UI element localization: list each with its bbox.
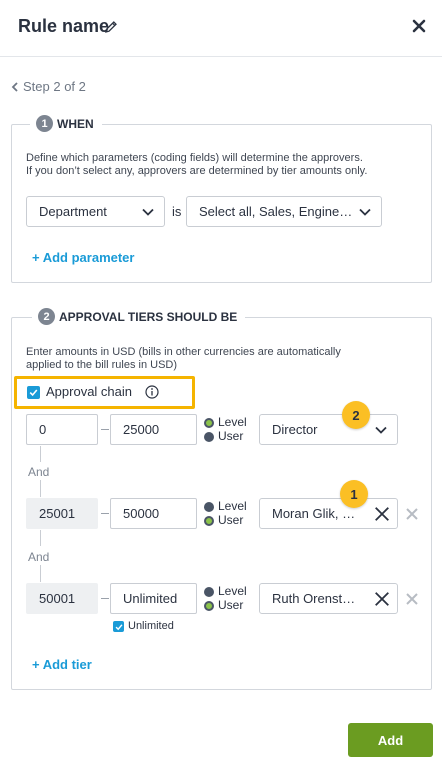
radio-selected-icon[interactable] [204, 600, 214, 611]
when-legend: 1 WHEN [30, 115, 102, 132]
level-option[interactable]: Level [204, 499, 247, 513]
range-dash [101, 429, 109, 430]
tiers-legend: 2 APPROVAL TIERS SHOULD BE [32, 308, 246, 325]
level-user-toggle: Level User [204, 499, 247, 527]
chevron-left-icon [11, 81, 18, 92]
tier-to-input[interactable]: 25000 [110, 414, 197, 445]
when-description-line2: If you don’t select any, approvers are d… [26, 165, 368, 177]
level-user-toggle: Level User [204, 415, 247, 443]
level-option[interactable]: Level [204, 415, 247, 429]
range-dash [101, 598, 109, 599]
clear-icon[interactable] [373, 505, 391, 523]
level-label: Level [218, 499, 247, 513]
tier-to-input[interactable]: 50000 [110, 498, 197, 529]
info-icon[interactable] [145, 385, 159, 399]
and-label: And [28, 465, 50, 479]
rule-name-title[interactable]: Rule name [18, 16, 109, 37]
tier-from-input[interactable]: 0 [26, 414, 98, 445]
check-icon [29, 389, 38, 397]
callout-badge-2: 2 [342, 401, 370, 429]
tier-from-input: 25001 [26, 498, 98, 529]
values-select[interactable]: Select all, Sales, Engine… [186, 196, 382, 227]
unlimited-checkbox[interactable] [113, 621, 124, 632]
operator-label: is [172, 204, 182, 219]
approver-select-value: Director [272, 422, 318, 437]
radio-icon[interactable] [204, 431, 214, 442]
back-step-link[interactable]: Step 2 of 2 [11, 79, 86, 94]
step-label: Step 2 of 2 [23, 79, 86, 94]
tier-connector-line [40, 530, 41, 546]
tiers-description: Enter amounts in USD (bills in other cur… [26, 346, 426, 372]
level-label: Level [218, 415, 247, 429]
approver-select[interactable]: Moran Glik, … [259, 498, 398, 529]
tier-to-input[interactable]: Unlimited [110, 583, 197, 614]
user-option[interactable]: User [204, 598, 247, 612]
user-option[interactable]: User [204, 513, 247, 527]
approval-chain-label: Approval chain [46, 384, 132, 399]
chevron-down-icon [359, 208, 371, 216]
add-button[interactable]: Add [348, 723, 433, 757]
user-label: User [218, 429, 244, 443]
approver-select-value: Moran Glik, … [272, 506, 356, 521]
tier-connector-line [40, 480, 41, 497]
parameter-select-value: Department [39, 204, 107, 219]
approval-chain-checkbox[interactable] [27, 386, 40, 399]
approver-select-value: Ruth Orenst… [272, 591, 356, 606]
parameter-select[interactable]: Department [26, 196, 165, 227]
add-parameter-link[interactable]: + Add parameter [32, 250, 134, 265]
close-icon[interactable] [411, 18, 427, 34]
values-select-value: Select all, Sales, Engine… [199, 204, 353, 219]
tier-connector-line [40, 446, 41, 462]
tiers-title: APPROVAL TIERS SHOULD BE [59, 309, 238, 324]
approver-select[interactable]: Ruth Orenst… [259, 583, 398, 614]
level-label: Level [218, 584, 247, 598]
check-icon [115, 623, 122, 630]
level-user-toggle: Level User [204, 584, 247, 612]
user-option[interactable]: User [204, 429, 247, 443]
tier-from-input: 50001 [26, 583, 98, 614]
user-label: User [218, 598, 244, 612]
when-title: WHEN [57, 116, 94, 131]
remove-tier-icon[interactable] [406, 593, 418, 605]
and-label: And [28, 550, 50, 564]
approver-select[interactable]: Director [259, 414, 398, 445]
chevron-down-icon [375, 426, 387, 434]
chevron-down-icon [142, 208, 154, 216]
tiers-description-line2: applied to the bill rules in USD) [26, 359, 178, 371]
tier-connector-line [40, 565, 41, 582]
step-number-badge: 2 [38, 308, 55, 325]
add-tier-link[interactable]: + Add tier [32, 657, 92, 672]
user-label: User [218, 513, 244, 527]
callout-badge-1: 1 [340, 480, 368, 508]
unlimited-label: Unlimited [128, 620, 174, 632]
clear-icon[interactable] [373, 590, 391, 608]
when-description: Define which parameters (coding fields) … [26, 152, 426, 178]
radio-selected-icon[interactable] [204, 417, 214, 428]
radio-icon[interactable] [204, 501, 214, 512]
step-number-badge: 1 [36, 115, 53, 132]
tiers-description-line1: Enter amounts in USD (bills in other cur… [26, 346, 341, 358]
radio-selected-icon[interactable] [204, 515, 214, 526]
level-option[interactable]: Level [204, 584, 247, 598]
range-dash [101, 513, 109, 514]
remove-tier-icon[interactable] [406, 508, 418, 520]
radio-icon[interactable] [204, 586, 214, 597]
when-description-line1: Define which parameters (coding fields) … [26, 152, 363, 164]
pencil-icon[interactable] [104, 20, 118, 34]
